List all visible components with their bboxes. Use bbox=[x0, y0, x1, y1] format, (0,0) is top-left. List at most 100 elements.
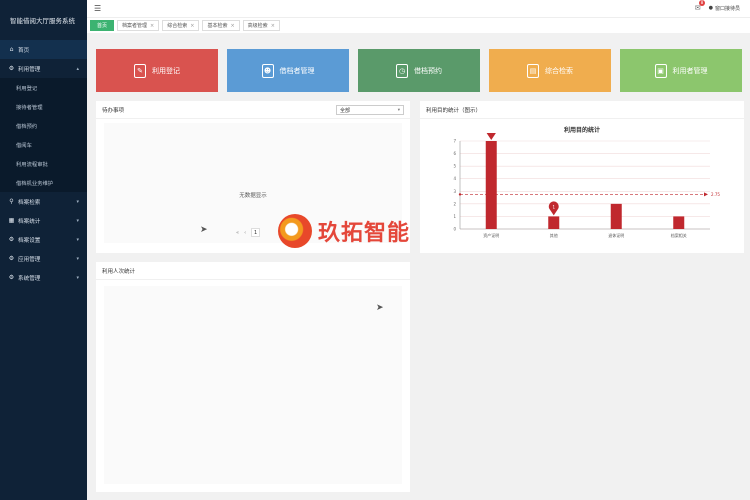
pin-label: 1 bbox=[552, 204, 555, 209]
clock-icon: ◷ bbox=[396, 63, 408, 78]
bar-0 bbox=[485, 141, 497, 229]
tab-basic-search[interactable]: 基本检索 × bbox=[202, 20, 240, 31]
y-tick-label: 4 bbox=[453, 176, 456, 181]
close-icon[interactable]: × bbox=[150, 23, 154, 29]
gear-icon: ⚙ bbox=[8, 274, 15, 281]
sidebar-item-stats[interactable]: ▦ 档案统计 ▾ bbox=[0, 211, 87, 230]
y-tick-label: 6 bbox=[453, 151, 456, 156]
tab-label: 基本检索 bbox=[207, 23, 228, 29]
document-icon: ▤ bbox=[527, 63, 539, 78]
pin-marker bbox=[486, 133, 496, 140]
select-value: 全部 bbox=[340, 107, 351, 114]
tab-label: 高级检索 bbox=[247, 23, 268, 29]
sidebar-item-system[interactable]: ⚙ 系统管理 ▾ bbox=[0, 268, 87, 287]
gear-icon: ⚙ bbox=[8, 236, 15, 243]
card-reserve[interactable]: ◷ 借档预约 bbox=[358, 49, 480, 92]
sidebar-item-search[interactable]: ⚲ 档案检索 ▾ bbox=[0, 192, 87, 211]
todo-filter-select[interactable]: 全部 ▾ bbox=[336, 105, 404, 115]
people-title: 利用人次统计 bbox=[96, 262, 410, 280]
sidebar-subitem-cart[interactable]: 借阅车 bbox=[0, 135, 87, 154]
sidebar-subitem-reserve[interactable]: 借档预约 bbox=[0, 116, 87, 135]
x-tick-label: 资产证明 bbox=[483, 232, 499, 238]
hamburger-menu-icon[interactable]: ☰ bbox=[94, 4, 101, 13]
watermark-text: 玖拓智能 bbox=[318, 221, 411, 246]
x-tick-label: 档案相关 bbox=[671, 232, 687, 238]
user-menu[interactable]: ● 窗口接待员 bbox=[709, 5, 740, 12]
close-icon[interactable]: × bbox=[271, 23, 275, 29]
tab-label: 综合检索 bbox=[167, 23, 188, 29]
chevron-down-icon: ▾ bbox=[76, 236, 79, 243]
sidebar-subitem-register[interactable]: 利用登记 bbox=[0, 78, 87, 97]
people-chart-area bbox=[104, 286, 402, 484]
sidebar-item-usage[interactable]: ⚙ 利用管理 ▴ bbox=[0, 59, 87, 78]
tab-home[interactable]: 首页 bbox=[90, 20, 115, 31]
prev-page-icon[interactable]: ‹ bbox=[244, 230, 246, 236]
close-icon[interactable]: × bbox=[230, 23, 234, 29]
tab-combined-search[interactable]: 综合检索 × bbox=[162, 20, 200, 31]
card-user-manage[interactable]: ▣ 利用者管理 bbox=[620, 49, 742, 92]
chevron-down-icon: ▾ bbox=[76, 217, 79, 224]
first-page-icon[interactable]: « bbox=[236, 230, 239, 236]
bar-2 bbox=[610, 203, 622, 229]
gear-icon: ⚙ bbox=[8, 65, 15, 72]
chevron-down-icon: ▾ bbox=[76, 255, 79, 262]
search-icon: ⚲ bbox=[9, 198, 14, 205]
tab-label: 档案者管理 bbox=[122, 23, 148, 29]
stats-title: 利用目的统计（图示） bbox=[420, 101, 744, 119]
tab-label: 首页 bbox=[97, 23, 108, 29]
sidebar-item-label: 应用管理 bbox=[18, 256, 41, 263]
empty-message: 无数据显示 bbox=[239, 193, 267, 199]
card-label: 利用者管理 bbox=[672, 66, 708, 75]
tab-bar: 首页 档案者管理 × 综合检索 × 基本检索 × 高级检索 × bbox=[87, 17, 750, 33]
card-label: 综合检索 bbox=[545, 66, 573, 75]
close-icon[interactable]: × bbox=[190, 23, 194, 29]
watermark-logo-icon bbox=[278, 214, 312, 248]
chevron-down-icon: ▾ bbox=[76, 198, 79, 205]
chart-icon: ▦ bbox=[8, 217, 15, 224]
sidebar: 智能借阅大厅服务系统 ⌂ 首页 ⚙ 利用管理 ▴ 利用登记 接待者管理 借档预约… bbox=[0, 0, 87, 500]
x-tick-label: 其他 bbox=[550, 232, 558, 238]
sidebar-item-settings[interactable]: ⚙ 档案设置 ▾ bbox=[0, 230, 87, 249]
sidebar-subitem-borrower[interactable]: 接待者管理 bbox=[0, 97, 87, 116]
app-title: 智能借阅大厅服务系统 bbox=[10, 17, 75, 25]
sidebar-item-label: 档案设置 bbox=[18, 237, 41, 244]
bar-1 bbox=[548, 216, 560, 229]
card-label: 借档者管理 bbox=[279, 66, 315, 75]
tab-advanced-search[interactable]: 高级检索 × bbox=[242, 20, 280, 31]
card-label: 利用登记 bbox=[152, 66, 180, 75]
card-borrower[interactable]: ☻ 借档者管理 bbox=[227, 49, 349, 92]
quick-cards: ✎ 利用登记 ☻ 借档者管理 ◷ 借档预约 ▤ 综合检索 ▣ 利用者管理 bbox=[96, 49, 742, 92]
chevron-down-icon: ▾ bbox=[76, 274, 79, 281]
edit-icon: ✎ bbox=[134, 63, 146, 78]
markline-start bbox=[458, 193, 462, 196]
card-register[interactable]: ✎ 利用登记 bbox=[96, 49, 218, 92]
chevron-up-icon: ▴ bbox=[76, 65, 79, 72]
y-tick-label: 2 bbox=[453, 201, 456, 206]
y-tick-label: 1 bbox=[453, 214, 456, 219]
sidebar-item-label: 档案统计 bbox=[18, 218, 41, 225]
x-tick-label: 退休证明 bbox=[608, 232, 624, 238]
watermark: 玖拓智能 bbox=[278, 214, 410, 248]
sidebar-item-label: 首页 bbox=[18, 47, 30, 54]
sidebar-item-label: 系统管理 bbox=[18, 275, 41, 282]
card-search[interactable]: ▤ 综合检索 bbox=[489, 49, 611, 92]
mouse-cursor-icon: ➤ bbox=[200, 225, 208, 235]
notification-button[interactable]: ✉ 8 bbox=[695, 0, 706, 12]
sidebar-subitem-approval[interactable]: 利用流程审批 bbox=[0, 154, 87, 173]
people-icon: ☻ bbox=[261, 63, 274, 78]
user-name: 窗口接待员 bbox=[714, 5, 740, 12]
sidebar-item-home[interactable]: ⌂ 首页 bbox=[0, 40, 87, 59]
bar-3 bbox=[673, 216, 685, 229]
y-tick-label: 7 bbox=[453, 139, 456, 144]
sidebar-item-apps[interactable]: ⚙ 应用管理 ▾ bbox=[0, 249, 87, 268]
sidebar-subitem-maintenance[interactable]: 借档机业务维护 bbox=[0, 173, 87, 192]
home-icon: ⌂ bbox=[9, 46, 14, 53]
sidebar-item-label: 档案检索 bbox=[18, 199, 41, 206]
pagination: « ‹ 1 bbox=[236, 228, 261, 237]
current-page[interactable]: 1 bbox=[251, 228, 261, 237]
sidebar-item-label: 利用管理 bbox=[18, 66, 41, 73]
y-tick-label: 5 bbox=[453, 164, 456, 169]
tab-archive-manager[interactable]: 档案者管理 × bbox=[117, 20, 160, 31]
stats-panel: 利用目的统计（图示） 利用目的统计 0 1 2 3 4 5 6 7 2.75 资产证明 其他 退休证明… bbox=[420, 101, 744, 253]
card-label: 借档预约 bbox=[414, 66, 442, 75]
